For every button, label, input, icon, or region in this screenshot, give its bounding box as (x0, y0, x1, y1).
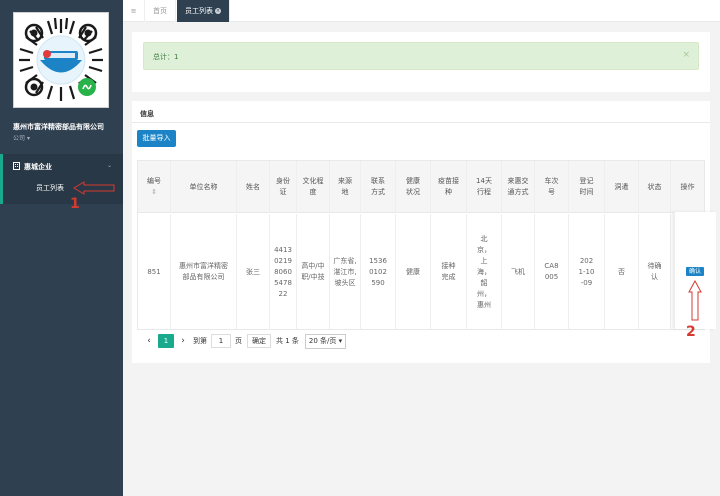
sidebar-item-employee-list[interactable]: 员工列表 (36, 183, 64, 193)
page-1-button[interactable]: 1 (158, 334, 174, 348)
col-id[interactable]: 编号 ⇕ (138, 161, 171, 213)
col-name: 姓名 (237, 161, 270, 213)
page-suffix: 页 (235, 337, 242, 345)
chevron-down-icon: ⌄ (107, 162, 113, 169)
cell-id: 851 (138, 214, 171, 330)
tab-home[interactable]: 首页 (145, 0, 176, 22)
col-education: 文化程度 (297, 161, 330, 213)
cell-isolation: 否 (605, 214, 639, 330)
tab-employee-list[interactable]: 员工列表 × (177, 0, 230, 22)
tab-bar: ≡ 首页 员工列表 × (123, 0, 720, 22)
total-count: 共 1 条 (276, 337, 299, 345)
cell-status: 待确认 (639, 214, 671, 330)
table-header: 编号 ⇕ 单位名称 姓名 身份证 文化程度 来源地 联系方式 健康状况 疫苗接种 … (138, 161, 704, 213)
col-company: 单位名称 (171, 161, 237, 213)
menu-toggle-icon[interactable]: ≡ (123, 0, 145, 22)
nav-group-enterprise[interactable]: 惠城企业 ⌄ 员工列表 (0, 154, 123, 204)
col-itinerary: 14天行程 (467, 161, 502, 213)
col-phone: 联系方式 (361, 161, 396, 213)
col-status: 状态 (639, 161, 671, 213)
cell-id-card: 441302198060547822 (270, 214, 297, 330)
role-label: 公司 (13, 135, 26, 142)
pagination: ‹ 1 › 到第 1 页 确定 共 1 条 20 条/页 ▾ (143, 333, 347, 349)
annotation-number-2: 2 (686, 324, 696, 340)
sort-icon[interactable]: ⇕ (151, 187, 157, 198)
col-origin: 来源地 (330, 161, 361, 213)
goto-page-input[interactable]: 1 (211, 334, 231, 348)
building-icon (13, 162, 20, 172)
nav-group-label: 惠城企业 (24, 163, 52, 171)
col-id-card: 身份证 (270, 161, 297, 213)
cell-health: 健康 (396, 214, 431, 330)
col-transport: 来惠交通方式 (502, 161, 535, 213)
cell-transport: 飞机 (502, 214, 535, 330)
profile-area: 惠州市富洋精密部品有限公司 公司 ▾ (0, 0, 123, 147)
col-train-no: 车次号 (535, 161, 569, 213)
caret-down-icon: ▾ (26, 135, 30, 142)
col-id-label: 编号 (147, 177, 161, 185)
confirm-button[interactable]: 确认 (686, 267, 705, 276)
cell-education: 高中/中职/中技 (297, 214, 330, 330)
page-size-select[interactable]: 20 条/页 ▾ (304, 333, 347, 349)
company-name: 惠州市富洋精密部品有限公司 (13, 123, 104, 131)
divider (132, 122, 710, 123)
annotation-arrow-left (73, 181, 115, 195)
tab-employee-list-label: 员工列表 (185, 7, 213, 15)
annotation-number-1: 1 (70, 196, 80, 212)
sidebar: 惠州市富洋精密部品有限公司 公司 ▾ 惠城企业 ⌄ 员工列表 1 (0, 0, 123, 496)
next-page-icon[interactable]: › (177, 336, 189, 346)
panel-title: 信息 (140, 110, 154, 118)
mini-program-code (13, 12, 109, 108)
batch-import-button[interactable]: 批量导入 (137, 130, 176, 147)
annotation-arrow-up (688, 280, 702, 321)
col-vaccine: 疫苗接种 (431, 161, 467, 213)
alert-close-icon[interactable]: × (682, 50, 690, 60)
cell-origin: 广东省,湛江市,坡头区 (330, 214, 361, 330)
close-icon[interactable]: × (215, 8, 221, 14)
cell-vaccine: 接种完成 (431, 214, 467, 330)
prev-page-icon[interactable]: ‹ (143, 336, 155, 346)
goto-label: 到第 (193, 337, 207, 345)
col-reg-time: 登记时间 (569, 161, 605, 213)
page-size-value: 20 条/页 (308, 336, 337, 345)
cell-itinerary: 北京，上海，韶州，惠州 (467, 214, 502, 330)
caret-down-icon: ▾ (338, 336, 343, 345)
employee-table: 编号 ⇕ 单位名称 姓名 身份证 文化程度 来源地 联系方式 健康状况 疫苗接种 … (137, 160, 705, 330)
cell-company: 惠州市富洋精密部品有限公司 (171, 214, 237, 330)
cell-name: 张三 (237, 214, 270, 330)
cell-train-no: CA8005 (535, 214, 569, 330)
cell-phone: 15360102590 (361, 214, 396, 330)
confirm-cell: 确认 (686, 266, 705, 276)
col-isolation: 洞遣 (605, 161, 639, 213)
total-alert: 总计：1 × (143, 42, 699, 70)
cell-reg-time: 2021-10-09 (569, 214, 605, 330)
user-role-dropdown[interactable]: 公司 ▾ (13, 133, 30, 142)
col-action: 操作 (680, 182, 695, 191)
goto-confirm-button[interactable]: 确定 (247, 334, 271, 348)
col-health: 健康状况 (396, 161, 431, 213)
total-text: 总计：1 (153, 53, 179, 61)
nav-group-header[interactable]: 惠城企业 (13, 162, 52, 172)
